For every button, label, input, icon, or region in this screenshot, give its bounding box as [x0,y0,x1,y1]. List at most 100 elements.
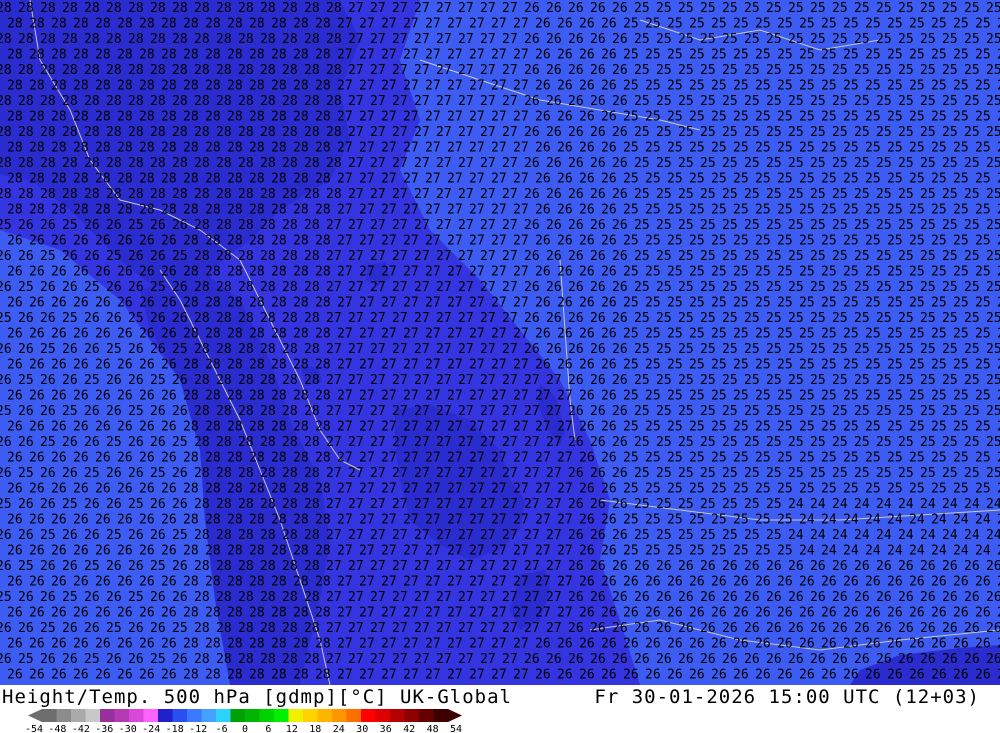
contour-label: 28 [282,249,298,264]
contour-label: 26 [700,621,716,636]
contour-label: 25 [964,187,980,202]
contour-label: 25 [656,63,672,78]
contour-label: 28 [238,466,254,481]
contour-label: 26 [568,404,584,419]
contour-label: 26 [95,544,111,559]
contour-label: 25 [700,125,716,140]
contour-label: 25 [678,280,694,295]
contour-label: 25 [986,94,1000,109]
contour-label: 26 [942,590,958,605]
contour-label: 25 [656,373,672,388]
contour-label: 25 [62,590,78,605]
contour-label: 26 [568,125,584,140]
contour-label: 26 [557,79,573,94]
contour-label: 25 [931,48,947,63]
contour-label: 26 [95,606,111,621]
contour-label: 27 [359,575,375,590]
contour-label: 26 [568,466,584,481]
contour-label: 28 [238,249,254,264]
contour-label: 27 [447,420,463,435]
contour-label: 27 [403,668,419,683]
contour-label: 26 [843,606,859,621]
contour-label: 27 [557,482,573,497]
contour-label: 26 [546,1,562,16]
contour-label: 28 [271,296,287,311]
contour-label: 25 [84,373,100,388]
contour-label: 25 [898,63,914,78]
contour-label: 27 [425,234,441,249]
contour-label: 26 [546,249,562,264]
contour-label: 28 [260,559,276,574]
contour-label: 26 [843,668,859,683]
color-scale-swatch [303,709,318,722]
contour-label: 28 [194,32,210,47]
contour-label: 28 [95,48,111,63]
contour-label: 25 [887,79,903,94]
contour-label: 26 [898,590,914,605]
contour-label: 28 [260,32,276,47]
contour-label: 25 [711,296,727,311]
contour-label: 25 [799,141,815,156]
contour-label: 27 [326,435,342,450]
contour-label: 27 [524,497,540,512]
contour-label: 26 [568,590,584,605]
contour-label: 25 [821,203,837,218]
contour-label: 25 [678,404,694,419]
contour-label: 25 [909,327,925,342]
contour-label: 26 [689,575,705,590]
contour-label: 25 [832,311,848,326]
contour-label: 27 [370,187,386,202]
contour-label: 25 [667,234,683,249]
color-scale-arrow-right [448,709,462,722]
contour-label: 25 [744,125,760,140]
contour-label: 28 [194,311,210,326]
contour-label: 25 [799,265,815,280]
contour-label: 28 [150,125,166,140]
contour-label: 25 [678,63,694,78]
contour-label: 25 [667,48,683,63]
contour-label: 27 [359,48,375,63]
contour-label: 27 [359,265,375,280]
contour-label: 25 [788,342,804,357]
contour-label: 28 [84,125,100,140]
contour-label: 28 [205,234,221,249]
contour-label: 26 [73,389,89,404]
color-scale-tick-label: 24 [333,724,345,733]
contour-label: 27 [513,327,529,342]
contour-label: 26 [535,17,551,32]
contour-label: 28 [304,156,320,171]
contour-label: 28 [227,544,243,559]
contour-label: 26 [95,513,111,528]
contour-label: 28 [304,435,320,450]
contour-label: 25 [711,17,727,32]
color-scale-tick-label: 54 [450,724,462,733]
contour-label: 26 [73,296,89,311]
contour-label: 26 [18,218,34,233]
color-scale-swatch [114,709,130,722]
contour-label: 25 [810,342,826,357]
contour-label: 26 [73,544,89,559]
contour-label: 26 [590,280,606,295]
contour-label: 25 [62,497,78,512]
contour-label: 28 [51,141,67,156]
contour-label: 24 [953,513,969,528]
contour-label: 26 [557,296,573,311]
contour-label: 25 [865,451,881,466]
contour-label: 25 [722,187,738,202]
contour-label: 25 [865,358,881,373]
contour-label: 25 [678,249,694,264]
contour-label: 25 [975,110,991,125]
contour-label: 28 [139,17,155,32]
contour-label: 27 [469,513,485,528]
contour-label: 26 [128,652,144,667]
contour-label: 27 [381,544,397,559]
contour-label: 28 [73,141,89,156]
contour-label: 24 [854,497,870,512]
contour-label: 25 [909,203,925,218]
contour-label: 27 [425,296,441,311]
contour-label: 28 [18,94,34,109]
contour-label: 28 [216,32,232,47]
contour-label: 26 [95,420,111,435]
contour-label: 27 [436,311,452,326]
contour-label: 25 [832,63,848,78]
